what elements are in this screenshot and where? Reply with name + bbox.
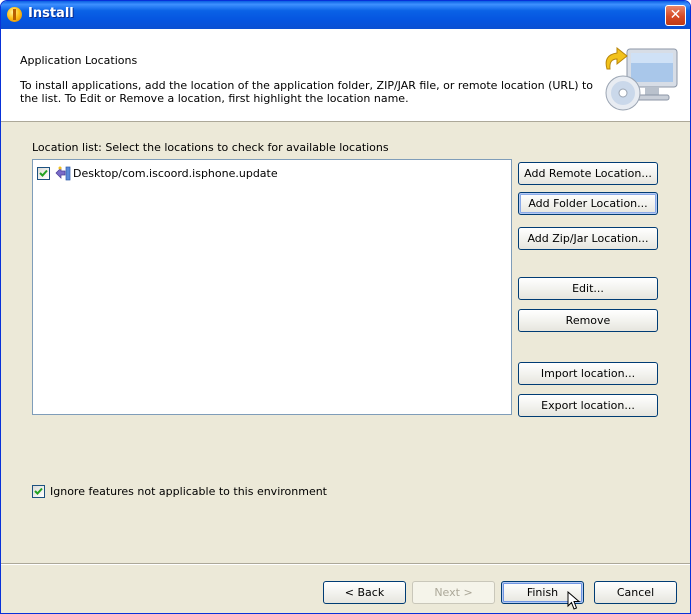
check-icon — [39, 169, 48, 177]
banner-title: Application Locations — [20, 54, 138, 67]
add-folder-location-button[interactable]: Add Folder Location... — [518, 192, 658, 215]
location-list[interactable]: Desktop/com.iscoord.isphone.update — [32, 159, 512, 415]
cancel-button[interactable]: Cancel — [594, 581, 677, 604]
ignore-features-option[interactable]: Ignore features not applicable to this e… — [32, 485, 327, 498]
ignore-features-checkbox[interactable] — [32, 485, 45, 498]
add-zip-jar-location-button[interactable]: Add Zip/Jar Location... — [518, 227, 658, 250]
close-icon: ✕ — [669, 7, 682, 23]
import-location-button[interactable]: Import location... — [518, 362, 658, 385]
remove-button[interactable]: Remove — [518, 309, 658, 332]
mouse-cursor-icon — [567, 591, 581, 610]
app-icon — [7, 7, 22, 22]
install-computer-icon — [605, 47, 678, 111]
back-button[interactable]: < Back — [323, 581, 406, 604]
location-checkbox[interactable] — [37, 166, 50, 180]
footer-separator — [1, 563, 690, 565]
edit-button[interactable]: Edit... — [518, 277, 658, 300]
banner-description: To install applications, add the locatio… — [20, 79, 594, 105]
install-dialog: Install ✕ Application Locations To insta… — [0, 0, 691, 614]
next-button[interactable]: Next > — [412, 581, 495, 604]
check-icon — [34, 487, 43, 495]
header-banner — [1, 29, 690, 122]
location-list-label: Location list: Select the locations to c… — [32, 141, 389, 154]
update-site-icon — [55, 166, 71, 181]
list-item-label: Desktop/com.iscoord.isphone.update — [73, 166, 278, 180]
window-title: Install — [28, 6, 74, 21]
export-location-button[interactable]: Export location... — [518, 394, 658, 417]
close-button[interactable]: ✕ — [665, 5, 686, 26]
list-item[interactable]: Desktop/com.iscoord.isphone.update — [37, 164, 278, 182]
add-remote-location-button[interactable]: Add Remote Location... — [518, 162, 658, 185]
ignore-features-label: Ignore features not applicable to this e… — [50, 485, 327, 498]
title-bar[interactable]: Install ✕ — [1, 1, 690, 29]
